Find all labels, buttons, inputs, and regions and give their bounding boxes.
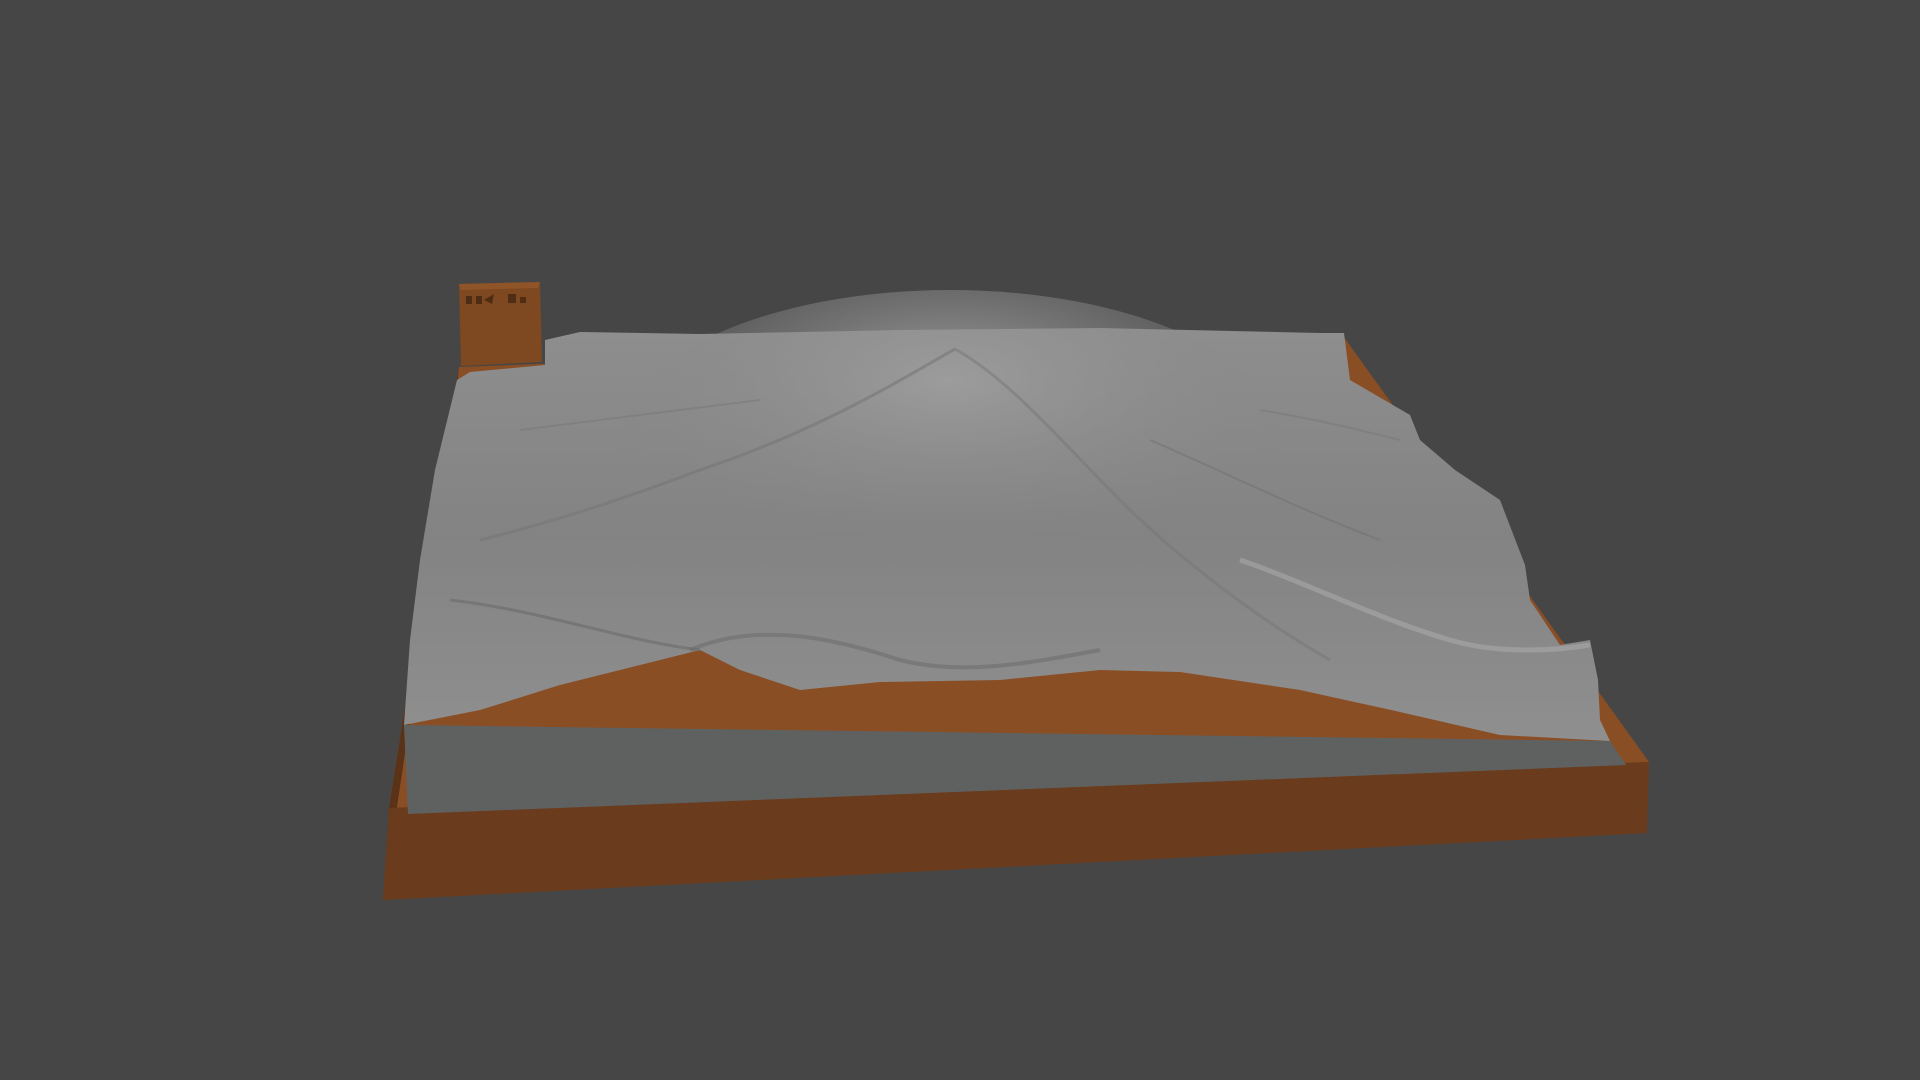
viewport-3d-render [0, 0, 1920, 1080]
terrain-surface [404, 290, 1610, 741]
label-block [459, 282, 542, 366]
